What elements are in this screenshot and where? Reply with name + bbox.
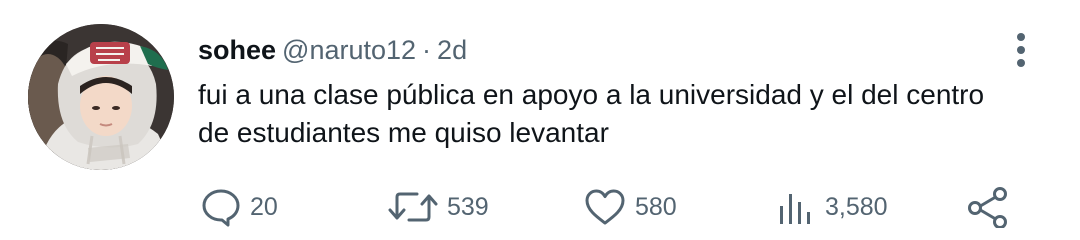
tweet-header: sohee @naruto12 · 2d xyxy=(198,32,467,68)
author-name[interactable]: sohee xyxy=(198,35,276,65)
reply-icon xyxy=(202,189,240,227)
views-icon xyxy=(780,194,810,224)
more-options-button[interactable] xyxy=(1008,30,1034,70)
retweet-icon xyxy=(388,192,438,222)
reply-count: 20 xyxy=(250,192,278,221)
like-button[interactable]: 580 xyxy=(583,184,677,230)
more-vertical-icon xyxy=(1017,33,1025,67)
views-button[interactable]: 3,580 xyxy=(777,184,888,230)
timestamp[interactable]: 2d xyxy=(437,35,467,65)
author-handle[interactable]: @naruto12 xyxy=(282,35,416,65)
avatar[interactable] xyxy=(28,24,174,170)
retweet-count: 539 xyxy=(447,192,489,221)
avatar-image xyxy=(28,24,174,170)
views-count: 3,580 xyxy=(825,192,888,221)
like-count: 580 xyxy=(635,192,677,221)
action-bar: 20 539 580 3,580 xyxy=(0,184,1080,232)
share-button[interactable] xyxy=(966,184,1010,230)
share-icon xyxy=(968,187,1007,228)
separator-dot: · xyxy=(422,35,432,65)
reply-button[interactable]: 20 xyxy=(200,184,278,230)
retweet-button[interactable]: 539 xyxy=(387,184,489,230)
heart-icon xyxy=(585,189,625,225)
tweet-text: fui a una clase pública en apoyo a la un… xyxy=(198,79,985,148)
